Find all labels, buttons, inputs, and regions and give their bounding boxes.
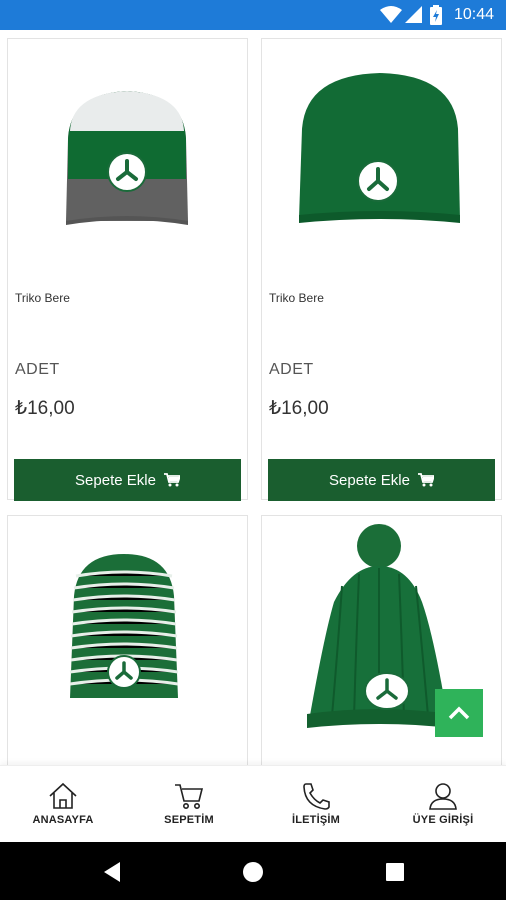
product-name[interactable]: Triko Bere [15,291,70,305]
product-price: ₺16,00 [269,398,329,419]
home-circle-icon[interactable] [242,861,264,883]
product-card[interactable]: Triko Bere ADET ₺16,00 Sepete Ekle [261,38,502,501]
product-price: ₺16,00 [15,398,75,419]
nav-label: ÜYE GİRİŞİ [412,814,474,826]
battery-icon [430,5,442,25]
signal-icon [405,6,422,23]
add-to-cart-button[interactable]: Sepete Ekle [268,459,495,501]
product-unit: ADET [269,361,314,378]
nav-item-home[interactable]: ANASAYFA [0,766,126,843]
scroll-to-top-button[interactable] [435,689,483,737]
recents-icon[interactable] [386,863,404,881]
add-to-cart-label: Sepete Ekle [75,471,156,489]
nav-label: İLETİŞİM [291,814,341,826]
nav-label: SEPETİM [164,814,214,826]
back-icon[interactable] [102,861,122,883]
product-grid: Triko Bere ADET ₺16,00 Sepete Ekle Triko… [0,30,506,765]
product-name[interactable]: Triko Bere [269,291,324,305]
product-image[interactable] [262,39,501,269]
product-image[interactable] [8,39,247,269]
cart-icon [163,473,180,487]
nav-label: ANASAYFA [32,814,94,826]
product-image[interactable] [8,516,247,746]
user-icon [429,783,457,810]
cart-icon [175,784,204,809]
phone-icon [303,783,330,810]
nav-item-login[interactable]: ÜYE GİRİŞİ [380,766,506,843]
system-nav-bar [0,842,506,900]
wifi-icon [380,6,402,23]
nav-item-contact[interactable]: İLETİŞİM [253,766,379,843]
home-icon [49,782,77,809]
product-card[interactable]: Triko Bere ADET ₺16,00 Sepete Ekle [7,38,248,501]
add-to-cart-label: Sepete Ekle [329,471,410,489]
bottom-nav: ANASAYFA SEPETİM İLETİŞİM ÜYE GİRİŞİ [0,765,506,842]
status-bar: 10:44 [0,0,506,30]
product-card[interactable] [7,515,248,765]
product-unit: ADET [15,361,60,378]
clock: 10:44 [453,6,494,23]
chevron-up-icon [448,706,470,720]
nav-item-cart[interactable]: SEPETİM [126,766,252,843]
add-to-cart-button[interactable]: Sepete Ekle [14,459,241,501]
cart-icon [417,473,434,487]
